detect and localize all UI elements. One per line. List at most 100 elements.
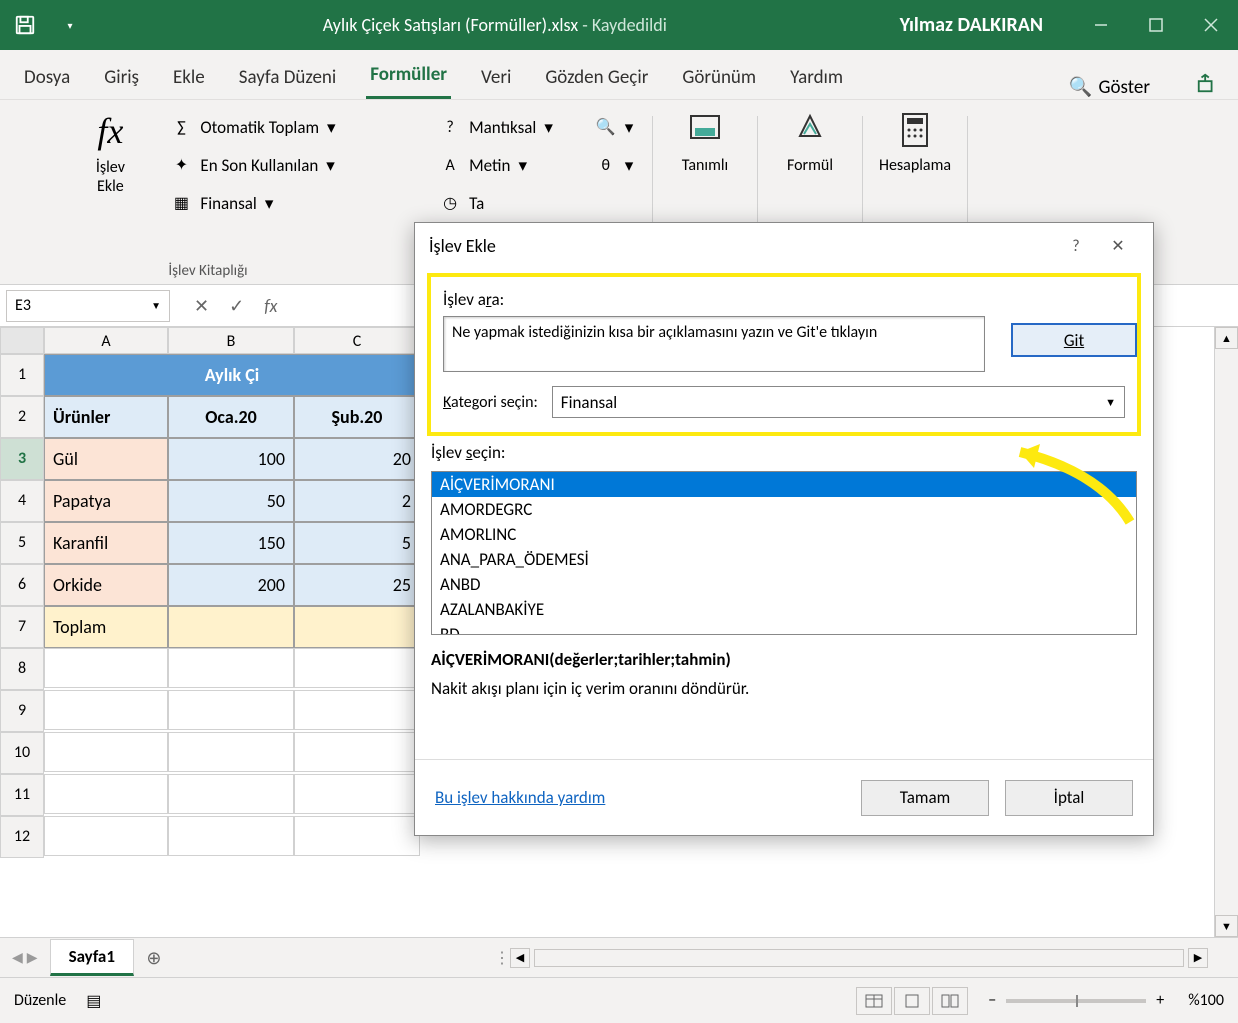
lookup-button[interactable]: 🔍▾ (591, 114, 638, 140)
row-header[interactable]: 12 (0, 816, 44, 858)
category-label: Kategori seçin: (443, 393, 538, 412)
title-cell[interactable]: Aylık Çi (44, 354, 420, 396)
zoom-slider[interactable] (1006, 999, 1146, 1003)
row-header[interactable]: 4 (0, 480, 44, 522)
tab-formulas[interactable]: Formüller (366, 53, 451, 99)
help-icon[interactable]: ? (1055, 229, 1097, 263)
save-icon[interactable] (0, 0, 50, 50)
horizontal-scrollbar[interactable]: ◀ ▶ (510, 948, 1238, 968)
text-button[interactable]: AMetin ▾ (435, 152, 557, 178)
prev-sheet-icon[interactable]: ◀ (12, 949, 23, 966)
name-box[interactable]: E3▼ (6, 290, 170, 322)
col-header[interactable]: C (294, 327, 420, 354)
data-cell[interactable]: Orkide (44, 564, 168, 606)
zoom-control[interactable]: − + %100 (988, 991, 1224, 1010)
tab-layout[interactable]: Sayfa Düzeni (235, 56, 341, 99)
row-header[interactable]: 6 (0, 564, 44, 606)
list-item[interactable]: ANA_PARA_ÖDEMESİ (432, 547, 1136, 572)
row-header[interactable]: 7 (0, 606, 44, 648)
enter-icon[interactable]: ✓ (229, 295, 244, 317)
data-cell[interactable]: 2 (294, 480, 420, 522)
fx-icon[interactable]: fx (264, 295, 277, 317)
insert-function-button[interactable]: fx İşlev Ekle (76, 110, 144, 216)
add-sheet-button[interactable]: ⊕ (134, 947, 174, 969)
row-header[interactable]: 5 (0, 522, 44, 564)
datetime-button[interactable]: ◷Ta (435, 190, 557, 216)
function-search-input[interactable]: Ne yapmak istediğinizin kısa bir açıklam… (443, 316, 985, 372)
close-button[interactable] (1183, 0, 1238, 50)
tab-review[interactable]: Gözden Geçir (541, 56, 652, 99)
next-sheet-icon[interactable]: ▶ (27, 949, 38, 966)
cancel-icon[interactable]: ✕ (194, 295, 209, 317)
total-cell[interactable] (168, 606, 294, 648)
data-cell[interactable]: 100 (168, 438, 294, 480)
row-header[interactable]: 2 (0, 396, 44, 438)
row-header[interactable]: 9 (0, 690, 44, 732)
data-cell[interactable]: 25 (294, 564, 420, 606)
list-item[interactable]: AZALANBAKİYE (432, 597, 1136, 622)
go-button[interactable]: Git (1011, 323, 1137, 357)
logical-button[interactable]: ?Mantıksal ▾ (435, 114, 557, 140)
share-button[interactable] (1196, 72, 1218, 99)
recently-used-button[interactable]: ✦En Son Kullanılan ▾ (166, 152, 339, 178)
row-header[interactable]: 8 (0, 648, 44, 690)
scroll-right-icon[interactable]: ▶ (1188, 948, 1208, 968)
tab-data[interactable]: Veri (477, 56, 515, 99)
tab-file[interactable]: Dosya (20, 56, 74, 99)
select-all-corner[interactable] (0, 327, 44, 354)
row-header[interactable]: 3 (0, 438, 44, 480)
data-cell[interactable]: 5 (294, 522, 420, 564)
scroll-down-icon[interactable]: ▼ (1215, 915, 1238, 937)
header-cell[interactable]: Ürünler (44, 396, 168, 438)
header-cell[interactable]: Şub.20 (294, 396, 420, 438)
data-cell[interactable]: 20 (294, 438, 420, 480)
page-break-view-button[interactable] (932, 987, 968, 1015)
total-label[interactable]: Toplam (44, 606, 168, 648)
data-cell[interactable]: Karanfil (44, 522, 168, 564)
data-cell[interactable]: Papatya (44, 480, 168, 522)
macro-record-icon[interactable]: ▤ (86, 991, 101, 1011)
list-item[interactable]: ANBD (432, 572, 1136, 597)
row-header[interactable]: 10 (0, 732, 44, 774)
lookup-icon: 🔍 (595, 116, 617, 138)
ok-button[interactable]: Tamam (861, 780, 989, 816)
normal-view-button[interactable] (856, 987, 892, 1015)
total-cell[interactable] (294, 606, 420, 648)
scroll-left-icon[interactable]: ◀ (510, 948, 530, 968)
col-header[interactable]: A (44, 327, 168, 354)
category-select[interactable]: Finansal▼ (552, 386, 1125, 418)
minimize-button[interactable] (1073, 0, 1128, 50)
quick-access-dropdown[interactable]: ▾ (50, 19, 90, 32)
maximize-button[interactable] (1128, 0, 1183, 50)
tab-help[interactable]: Yardım (786, 56, 847, 99)
tab-home[interactable]: Giriş (100, 56, 143, 99)
page-layout-view-button[interactable] (894, 987, 930, 1015)
cancel-button[interactable]: İptal (1005, 780, 1133, 816)
financial-button[interactable]: ▦Finansal ▾ (166, 190, 339, 216)
close-icon[interactable]: ✕ (1097, 229, 1139, 263)
list-item[interactable]: BD (432, 622, 1136, 635)
data-cell[interactable]: 150 (168, 522, 294, 564)
tab-insert[interactable]: Ekle (169, 56, 209, 99)
help-link[interactable]: Bu işlev hakkında yardım (435, 787, 605, 808)
data-cell[interactable]: Gül (44, 438, 168, 480)
header-cell[interactable]: Oca.20 (168, 396, 294, 438)
zoom-in-icon[interactable]: + (1156, 991, 1164, 1010)
data-cell[interactable]: 50 (168, 480, 294, 522)
user-name[interactable]: Yılmaz DALKIRAN (900, 13, 1043, 37)
zoom-out-icon[interactable]: − (988, 991, 996, 1010)
vertical-scrollbar[interactable]: ▲ ▼ (1214, 327, 1238, 937)
autosum-button[interactable]: ∑Otomatik Toplam ▾ (166, 114, 339, 140)
theta-icon: θ (595, 154, 617, 176)
search-label: İşlev ara: (443, 289, 1125, 310)
scroll-up-icon[interactable]: ▲ (1215, 327, 1238, 349)
math-button[interactable]: θ▾ (591, 152, 638, 178)
zoom-level[interactable]: %100 (1188, 991, 1224, 1010)
col-header[interactable]: B (168, 327, 294, 354)
data-cell[interactable]: 200 (168, 564, 294, 606)
tab-view[interactable]: Görünüm (678, 56, 760, 99)
tell-me-search[interactable]: 🔍Göster (1069, 75, 1150, 99)
row-header[interactable]: 1 (0, 354, 44, 396)
sheet-tab[interactable]: Sayfa1 (50, 939, 134, 976)
row-header[interactable]: 11 (0, 774, 44, 816)
